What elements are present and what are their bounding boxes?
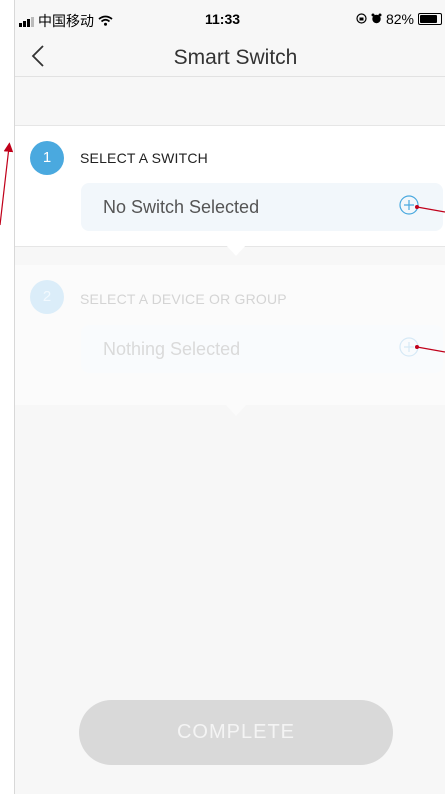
step-pointer <box>225 404 247 416</box>
page-title: Smart Switch <box>173 46 298 69</box>
step-number-badge: 1 <box>30 141 64 175</box>
step-pointer <box>225 244 247 256</box>
battery-percent: 82% <box>385 11 414 27</box>
status-left: 中国移动 <box>19 11 113 31</box>
signal-icon <box>19 16 34 27</box>
status-time: 11:33 <box>205 11 241 27</box>
step-number-badge: 2 <box>30 280 64 314</box>
alarm-icon <box>371 11 382 27</box>
step-select-device: 2 SELECT A DEVICE OR GROUP Nothing Selec… <box>15 265 445 405</box>
orientation-lock-icon <box>356 11 367 27</box>
phone-screen: 中国移动 11:33 82% Smart Switch 1 SELECT A S… <box>14 0 445 794</box>
switch-selector-value: No Switch Selected <box>103 197 260 217</box>
annotation-arrow <box>0 142 14 226</box>
step-title: SELECT A SWITCH <box>80 150 208 166</box>
nav-bar: Smart Switch <box>15 40 445 77</box>
carrier-label: 中国移动 <box>38 13 94 29</box>
device-selector-value: Nothing Selected <box>103 339 241 359</box>
battery-icon <box>418 13 442 25</box>
complete-button[interactable]: COMPLETE <box>79 700 393 765</box>
status-right: 82% <box>356 11 442 27</box>
wifi-icon <box>98 14 113 29</box>
device-selector[interactable]: Nothing Selected <box>81 325 443 373</box>
switch-selector[interactable]: No Switch Selected <box>81 183 443 231</box>
step-select-switch: 1 SELECT A SWITCH No Switch Selected <box>15 125 445 247</box>
add-circle-icon[interactable] <box>399 195 419 215</box>
step-title: SELECT A DEVICE OR GROUP <box>80 291 287 307</box>
status-bar: 中国移动 11:33 82% <box>15 0 445 40</box>
add-circle-icon[interactable] <box>399 337 419 357</box>
